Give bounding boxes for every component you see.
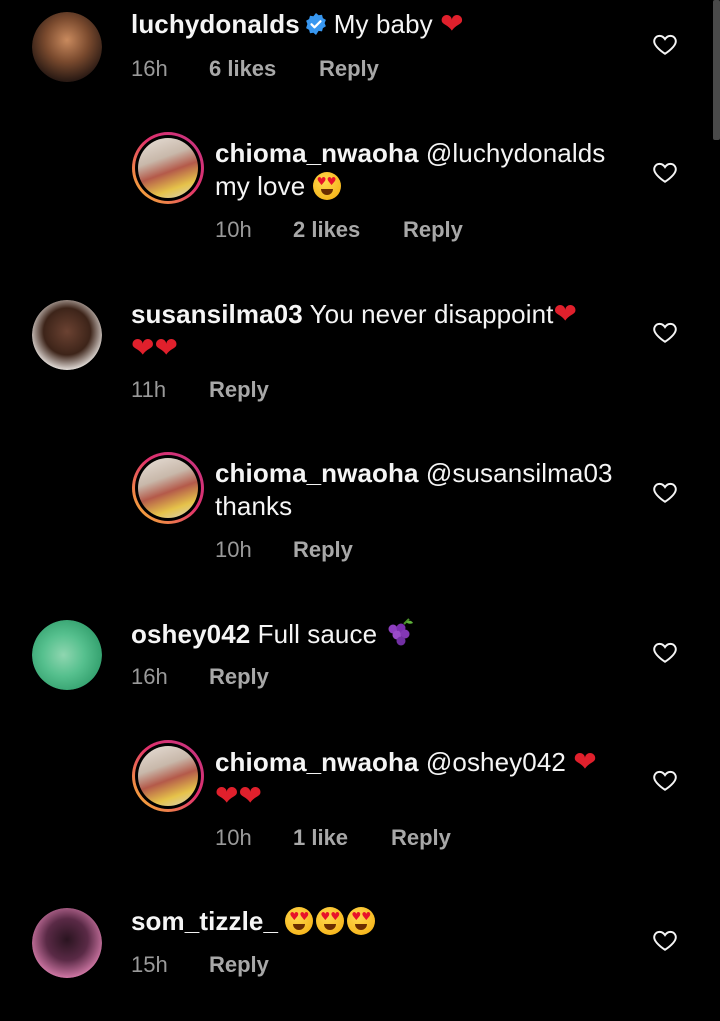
love-eyes-emoji bbox=[312, 172, 341, 200]
heart-emoji: ❤ bbox=[573, 745, 597, 778]
avatar-oshey042[interactable] bbox=[32, 620, 102, 690]
comment-time: 10h bbox=[215, 537, 252, 562]
avatar-som_tizzle_[interactable] bbox=[32, 908, 102, 978]
comment-username[interactable]: chioma_nwaoha bbox=[215, 138, 419, 168]
heart-outline-icon[interactable] bbox=[652, 31, 678, 57]
comment-text: thanks bbox=[215, 491, 293, 521]
reply-button[interactable]: Reply bbox=[391, 825, 451, 851]
heart-emoji: ❤❤ bbox=[215, 779, 263, 812]
comment-time: 10h bbox=[215, 217, 252, 242]
heart-outline-icon[interactable] bbox=[652, 159, 678, 185]
avatar-susansilma03[interactable] bbox=[32, 300, 102, 370]
comment-time: 16h bbox=[131, 56, 168, 81]
comment-text: my love bbox=[215, 171, 306, 201]
reply-button[interactable]: Reply bbox=[209, 377, 269, 403]
love-eyes-emoji bbox=[347, 907, 376, 935]
avatar-chioma_nwaoha[interactable] bbox=[132, 452, 204, 524]
verified-badge-icon bbox=[305, 13, 326, 35]
avatar-luchydonalds[interactable] bbox=[32, 12, 102, 82]
comment-likes[interactable]: 6 likes bbox=[209, 56, 319, 82]
comment-username[interactable]: chioma_nwaoha bbox=[215, 747, 419, 777]
heart-outline-icon[interactable] bbox=[652, 319, 678, 345]
reply-button[interactable]: Reply bbox=[293, 537, 353, 563]
comment-time: 16h bbox=[131, 664, 168, 689]
love-eyes-emoji bbox=[316, 907, 345, 935]
mention-link[interactable]: @oshey042 bbox=[426, 747, 566, 777]
comment-text: My baby bbox=[333, 9, 433, 39]
reply-button[interactable]: Reply bbox=[209, 664, 269, 690]
comment-time: 10h bbox=[215, 825, 252, 850]
heart-emoji: ❤ bbox=[440, 7, 464, 40]
comment-username[interactable]: luchydonalds bbox=[131, 9, 300, 39]
reply-button[interactable]: Reply bbox=[209, 952, 269, 978]
comment-username[interactable]: susansilma03 bbox=[131, 299, 303, 329]
comment-username[interactable]: oshey042 bbox=[131, 619, 250, 649]
comment-username[interactable]: chioma_nwaoha bbox=[215, 458, 419, 488]
grapes-emoji bbox=[388, 618, 414, 646]
comment-time: 11h bbox=[131, 377, 167, 402]
heart-outline-icon[interactable] bbox=[652, 479, 678, 505]
reply-button[interactable]: Reply bbox=[403, 217, 463, 243]
heart-outline-icon[interactable] bbox=[652, 927, 678, 953]
mention-link[interactable]: @luchydonalds bbox=[426, 138, 605, 168]
comment-likes[interactable]: 2 likes bbox=[293, 217, 403, 243]
comment-username[interactable]: som_tizzle_ bbox=[131, 906, 278, 936]
comment-likes[interactable]: 1 like bbox=[293, 825, 391, 851]
heart-emoji: ❤❤ bbox=[131, 331, 179, 364]
love-eyes-emoji bbox=[285, 907, 314, 935]
comment-text: Full sauce bbox=[257, 619, 378, 649]
heart-outline-icon[interactable] bbox=[652, 639, 678, 665]
reply-button[interactable]: Reply bbox=[319, 56, 379, 82]
scrollbar[interactable] bbox=[713, 0, 720, 140]
avatar-chioma_nwaoha[interactable] bbox=[132, 740, 204, 812]
comment-time: 15h bbox=[131, 952, 168, 977]
mention-link[interactable]: @susansilma03 bbox=[426, 458, 613, 488]
avatar-chioma_nwaoha[interactable] bbox=[132, 132, 204, 204]
heart-outline-icon[interactable] bbox=[652, 767, 678, 793]
heart-emoji: ❤ bbox=[553, 297, 578, 330]
comment-text: You never disappoint bbox=[309, 299, 554, 329]
